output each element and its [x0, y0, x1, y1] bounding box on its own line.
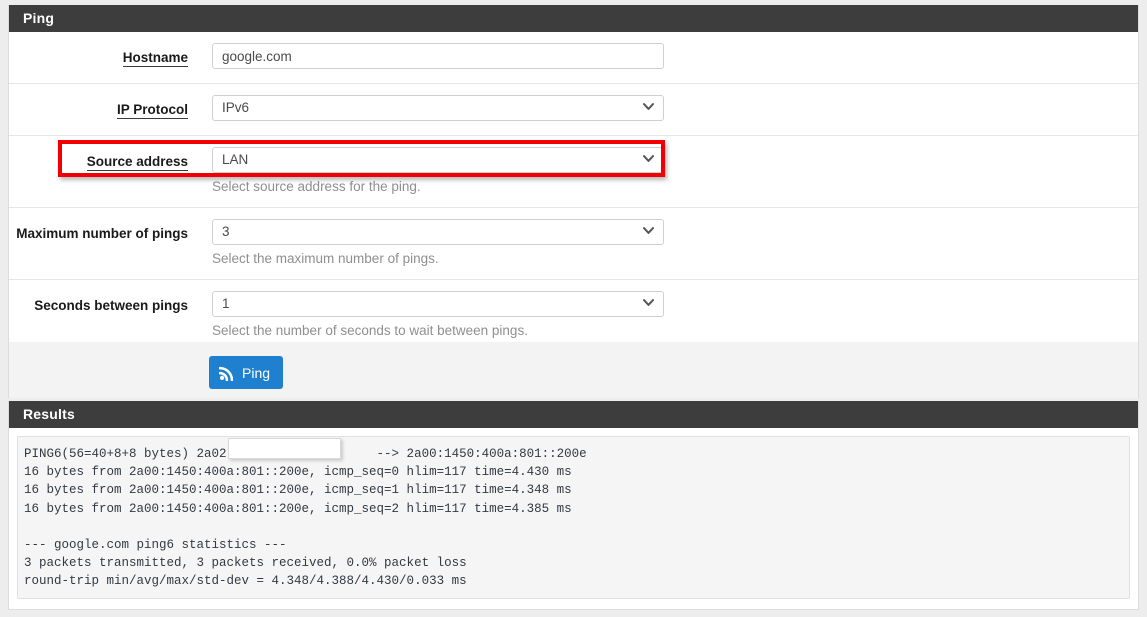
label-source-address: Source address — [86, 154, 188, 171]
results-panel-title: Results — [9, 401, 1138, 428]
ping-button[interactable]: Ping — [209, 356, 284, 389]
label-max-pings: Maximum number of pings — [16, 226, 188, 241]
form-row-max-pings: Maximum number of pings 3 Select the max… — [9, 208, 1138, 280]
seconds-between-pings-select-wrap: 1 — [212, 291, 664, 317]
max-pings-select[interactable]: 3 — [212, 219, 664, 245]
control-cell-ip-protocol: IPv6 — [196, 95, 1138, 121]
source-address-select-wrap: LAN — [212, 147, 664, 173]
ping-output-text: PING6(56=40+8+8 bytes) 2a02:12 --> 2a00:… — [17, 436, 1130, 599]
control-cell-seconds-between-pings: 1 Select the number of seconds to wait b… — [196, 291, 1138, 340]
label-cell-max-pings: Maximum number of pings — [9, 219, 196, 243]
label-ip-protocol: IP Protocol — [116, 102, 188, 119]
form-row-hostname: Hostname — [9, 32, 1138, 84]
rss-signal-icon — [218, 365, 235, 381]
ping-button-label: Ping — [242, 364, 271, 381]
results-panel: Results PING6(56=40+8+8 bytes) 2a02:12 -… — [8, 401, 1139, 610]
ping-form-panel: Ping Hostname IP Protocol IPv6 — [8, 5, 1139, 353]
control-cell-hostname — [196, 43, 1138, 69]
label-cell-seconds-between-pings: Seconds between pings — [9, 291, 196, 315]
control-cell-source-address: LAN Select source address for the ping. — [196, 147, 1138, 196]
label-cell-ip-protocol: IP Protocol — [9, 95, 196, 119]
label-cell-hostname: Hostname — [9, 43, 196, 67]
source-address-select[interactable]: LAN — [212, 147, 664, 173]
hostname-input[interactable] — [212, 43, 664, 69]
ping-form-body: Hostname IP Protocol IPv6 — [9, 32, 1138, 352]
redacted-source-address-patch — [228, 438, 341, 459]
label-cell-source-address: Source address — [9, 147, 196, 171]
ip-protocol-select-wrap: IPv6 — [212, 95, 664, 121]
help-max-pings: Select the maximum number of pings. — [212, 251, 439, 266]
form-action-bar: Ping — [8, 342, 1139, 398]
ping-panel-title: Ping — [9, 5, 1138, 32]
control-cell-max-pings: 3 Select the maximum number of pings. — [196, 219, 1138, 268]
label-seconds-between-pings: Seconds between pings — [34, 298, 188, 313]
seconds-between-pings-select[interactable]: 1 — [212, 291, 664, 317]
help-seconds-between-pings: Select the number of seconds to wait bet… — [212, 323, 528, 338]
form-row-ip-protocol: IP Protocol IPv6 — [9, 84, 1138, 136]
label-hostname: Hostname — [122, 50, 188, 67]
ip-protocol-select[interactable]: IPv6 — [212, 95, 664, 121]
max-pings-select-wrap: 3 — [212, 219, 664, 245]
help-source-address: Select source address for the ping. — [212, 179, 421, 194]
ping-diagnostics-page: Ping Hostname IP Protocol IPv6 — [0, 0, 1147, 617]
form-row-source-address: Source address LAN Select source address… — [9, 136, 1138, 208]
results-body: PING6(56=40+8+8 bytes) 2a02:12 --> 2a00:… — [9, 428, 1138, 609]
